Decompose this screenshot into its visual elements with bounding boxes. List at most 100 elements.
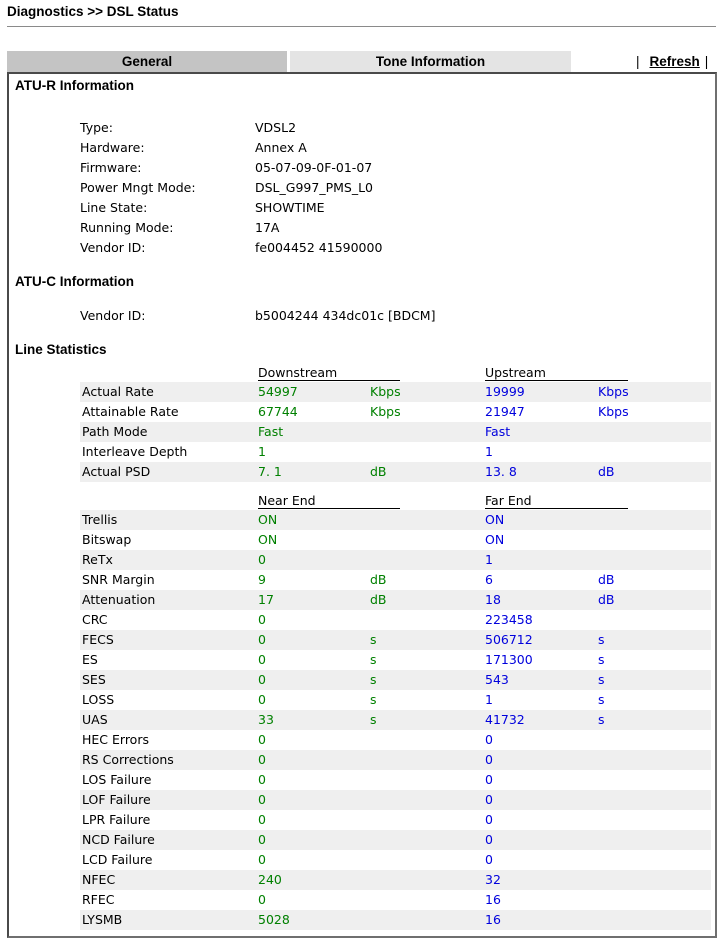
near-value: 9 [258,572,266,587]
near-value: 7. 1 [258,464,282,479]
far-value: 223458 [485,612,533,627]
downstream-header: Downstream [258,366,400,381]
far-value: 0 [485,832,493,847]
near-value: 54997 [258,384,298,399]
stat-label: HEC Errors [82,732,149,747]
near-value: 0 [258,612,266,627]
near-unit: dB [370,592,387,607]
near-unit: dB [370,464,387,479]
stat-label: NCD Failure [82,832,155,847]
page-title: Diagnostics >> DSL Status [7,4,179,19]
far-value: 0 [485,792,493,807]
general-panel: ATU-R Information Type: VDSL2 Hardware: Ann… [7,72,717,938]
stat-label: RS Corrections [82,752,174,767]
stat-label: LOSS [82,692,115,707]
near-value: ON [258,532,278,547]
far-unit: Kbps [598,404,629,419]
far-unit: dB [598,464,615,479]
atu-r-value: 05-07-09-0F-01-07 [255,160,373,175]
near-unit: s [370,692,377,707]
near-unit: s [370,632,377,647]
stat-label: Path Mode [82,424,148,439]
near-value: 240 [258,872,282,887]
near-value: 17 [258,592,274,607]
near-value: 0 [258,832,266,847]
near-unit: s [370,672,377,687]
near-value: 0 [258,892,266,907]
far-unit: dB [598,572,615,587]
atu-c-vendor-id-label: Vendor ID: [80,308,146,323]
near-unit: dB [370,572,387,587]
near-end-header: Near End [258,494,400,509]
stats-row: NFEC 240 32 [80,870,711,890]
far-value: 543 [485,672,509,687]
atu-r-label: Hardware: [80,140,145,155]
atu-r-value: fe004452 41590000 [255,240,383,255]
atu-r-value: 17A [255,220,280,235]
far-value: ON [485,512,505,527]
near-value: 0 [258,732,266,747]
far-value: 0 [485,812,493,827]
upstream-header: Upstream [485,366,628,381]
far-value: 1 [485,552,493,567]
refresh-toolbar: | Refresh | [636,51,708,72]
stats-row: CRC 0 223458 [80,610,711,630]
stat-label: Actual PSD [82,464,151,479]
stats-row: RS Corrections 0 0 [80,750,711,770]
stat-label: UAS [82,712,108,727]
stats-row: Path Mode Fast Fast [80,422,711,442]
far-value: 0 [485,752,493,767]
near-value: 0 [258,772,266,787]
stat-label: SNR Margin [82,572,155,587]
tab-tone-information[interactable]: Tone Information [290,51,571,72]
stats-row: Attainable Rate 67744 Kbps 21947 Kbps [80,402,711,422]
stats-row: RFEC 0 16 [80,890,711,910]
stats-row: LOS Failure 0 0 [80,770,711,790]
far-value: 16 [485,892,501,907]
stats-row: UAS 33 s 41732 s [80,710,711,730]
atu-r-label: Type: [80,120,113,135]
stats-row: NCD Failure 0 0 [80,830,711,850]
far-value: 18 [485,592,501,607]
atu-r-label: Line State: [80,200,148,215]
near-value: 0 [258,552,266,567]
stats-row: LPR Failure 0 0 [80,810,711,830]
near-unit: s [370,652,377,667]
near-value: 5028 [258,912,290,927]
near-value: ON [258,512,278,527]
refresh-link[interactable]: Refresh [650,54,700,69]
atu-r-label: Firmware: [80,160,142,175]
far-value: 19999 [485,384,525,399]
near-value: 0 [258,812,266,827]
far-unit: dB [598,592,615,607]
atu-r-label: Power Mngt Mode: [80,180,196,195]
atu-r-label: Running Mode: [80,220,174,235]
stats-row: LYSMB 5028 16 [80,910,711,930]
stat-label: Attenuation [82,592,156,607]
stat-label: Trellis [82,512,118,527]
stat-label: Interleave Depth [82,444,188,459]
far-value: 21947 [485,404,525,419]
tab-general[interactable]: General [7,51,287,72]
atu-r-value: VDSL2 [255,120,297,135]
far-value: Fast [485,424,511,439]
stats-row: Interleave Depth 1 1 [80,442,711,462]
near-value: 0 [258,752,266,767]
stat-label: Attainable Rate [82,404,179,419]
far-value: 171300 [485,652,533,667]
atu-c-section-title: ATU-C Information [15,274,134,289]
far-value: 41732 [485,712,525,727]
title-divider [7,26,716,27]
stat-label: LPR Failure [82,812,151,827]
near-value: 1 [258,444,266,459]
separator-left: | [636,54,640,69]
near-value: 0 [258,652,266,667]
far-value: ON [485,532,505,547]
far-unit: s [598,632,605,647]
stats-group-rate: Actual Rate 54997 Kbps 19999 Kbps Attainable … [80,382,711,482]
stats-row: Actual PSD 7. 1 dB 13. 8 dB [80,462,711,482]
atu-r-value: DSL_G997_PMS_L0 [255,180,373,195]
stat-label: RFEC [82,892,115,907]
near-unit: s [370,712,377,727]
stat-label: LOF Failure [82,792,151,807]
